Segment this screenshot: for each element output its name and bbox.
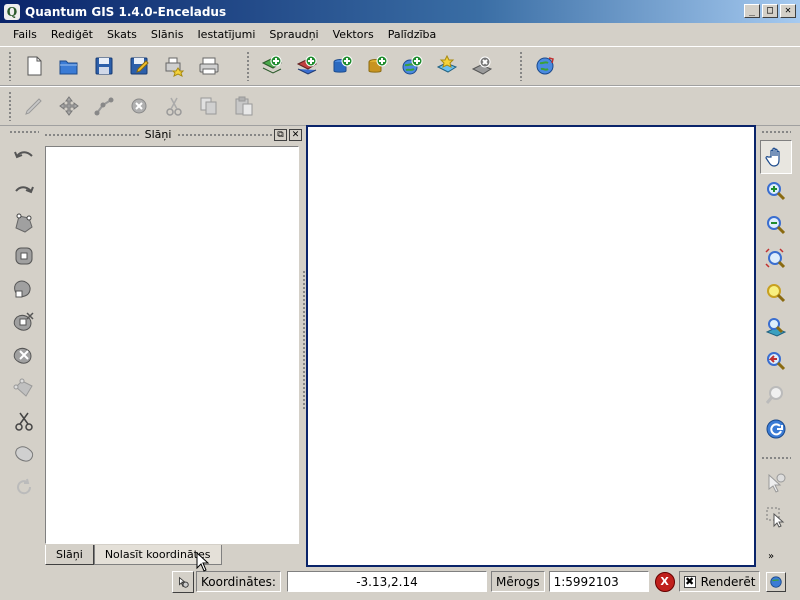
render-checkbox-container: ✖ Renderēt — [678, 571, 761, 592]
window-controls: _ □ ✕ — [744, 4, 796, 18]
move-feature-icon[interactable] — [53, 90, 85, 122]
zoom-actual-size-icon[interactable] — [760, 378, 792, 412]
add-postgis-layer-icon[interactable] — [326, 50, 358, 82]
toolbar-grip[interactable] — [246, 51, 250, 81]
print-icon[interactable] — [193, 50, 225, 82]
tab-layers[interactable]: Slāņi — [45, 545, 94, 565]
simplify-feature-icon[interactable] — [8, 206, 40, 239]
merge-features-icon[interactable] — [8, 437, 40, 470]
cut-features-icon[interactable] — [158, 90, 190, 122]
add-wms-layer-icon[interactable] — [396, 50, 428, 82]
mouse-cursor-icon — [196, 551, 210, 575]
window-title: Quantum GIS 1.4.0-Enceladus — [25, 4, 227, 19]
close-button[interactable]: ✕ — [780, 4, 796, 18]
main-toolbar — [0, 46, 800, 86]
projection-status-icon[interactable] — [766, 571, 787, 592]
toolbar-grip[interactable] — [9, 130, 39, 134]
zoom-to-layer-icon[interactable] — [760, 310, 792, 344]
scale-field[interactable]: 1:5992103 — [548, 571, 649, 592]
delete-selected-icon[interactable] — [123, 90, 155, 122]
add-ring-icon[interactable] — [8, 239, 40, 272]
toolbar-overflow-button[interactable]: » — [768, 551, 774, 562]
menu-palidziba[interactable]: Palīdzība — [381, 28, 444, 41]
zoom-full-icon[interactable] — [760, 242, 792, 276]
menu-skats[interactable]: Skats — [100, 28, 144, 41]
delete-ring-icon[interactable] — [8, 305, 40, 338]
map-navigation-toolbar — [758, 130, 794, 534]
render-label: Renderēt — [700, 574, 756, 589]
menu-vektors[interactable]: Vektors — [326, 28, 381, 41]
zoom-to-selection-icon[interactable] — [760, 276, 792, 310]
scale-label: Mērogs — [490, 571, 545, 592]
zoom-last-icon[interactable] — [760, 344, 792, 378]
remove-layer-icon[interactable] — [466, 50, 498, 82]
close-panel-button[interactable]: ✕ — [289, 128, 302, 141]
new-project-icon[interactable] — [18, 50, 50, 82]
layers-panel-titlebar[interactable]: Slāņi ⧉ ✕ — [44, 127, 302, 142]
map-canvas[interactable] — [306, 125, 756, 567]
render-checkbox[interactable]: ✖ — [683, 575, 696, 588]
identify-icon[interactable] — [760, 466, 792, 500]
split-features-icon[interactable] — [8, 404, 40, 437]
select-features-icon[interactable] — [760, 500, 792, 534]
pan-hand-icon[interactable] — [760, 140, 792, 174]
refresh-icon[interactable] — [760, 412, 792, 446]
layers-panel-title: Slāņi — [144, 128, 172, 141]
redo-icon[interactable] — [8, 173, 40, 206]
menu-spraudni[interactable]: Spraudņi — [262, 28, 325, 41]
coordinates-field[interactable]: -3.13,2.14 — [286, 571, 487, 592]
node-tool-icon[interactable] — [88, 90, 120, 122]
title-bar: Q Quantum GIS 1.4.0-Enceladus _ □ ✕ — [0, 0, 800, 24]
new-shapefile-icon[interactable] — [431, 50, 463, 82]
qgis-logo-icon: Q — [4, 3, 20, 20]
paste-features-icon[interactable] — [228, 90, 260, 122]
layers-tree[interactable] — [45, 146, 299, 544]
toolbar-grip[interactable] — [8, 51, 12, 81]
print-composer-icon[interactable] — [158, 50, 190, 82]
maximize-button[interactable]: □ — [762, 4, 778, 18]
zoom-out-icon[interactable] — [760, 208, 792, 242]
reshape-features-icon[interactable] — [8, 371, 40, 404]
add-island-icon[interactable] — [8, 272, 40, 305]
menu-bar: Fails Rediģēt Skats Slānis Iestatījumi S… — [0, 24, 800, 45]
toggle-editing-icon[interactable] — [18, 90, 50, 122]
copy-features-icon[interactable] — [193, 90, 225, 122]
menu-slanis[interactable]: Slānis — [144, 28, 191, 41]
georeferencer-globe-icon[interactable] — [529, 50, 561, 82]
undo-icon[interactable] — [8, 140, 40, 173]
toolbar-grip[interactable] — [761, 130, 791, 134]
add-vector-layer-icon[interactable] — [291, 50, 323, 82]
zoom-in-icon[interactable] — [760, 174, 792, 208]
toolbar-grip[interactable] — [761, 456, 791, 460]
float-panel-button[interactable]: ⧉ — [274, 128, 287, 141]
rotate-point-symbols-icon[interactable] — [8, 470, 40, 503]
digitizing-toolbar — [0, 86, 800, 126]
save-project-icon[interactable] — [88, 50, 120, 82]
toolbar-grip[interactable] — [519, 51, 523, 81]
save-as-project-icon[interactable] — [123, 50, 155, 82]
menu-rediget[interactable]: Rediģēt — [44, 28, 100, 41]
menu-fails[interactable]: Fails — [6, 28, 44, 41]
stop-render-button[interactable]: X — [654, 571, 675, 592]
menu-iestatijumi[interactable]: Iestatījumi — [190, 28, 262, 41]
delete-part-icon[interactable] — [8, 338, 40, 371]
status-bar: Koordinātes: -3.13,2.14 Mērogs 1:5992103… — [0, 569, 800, 594]
add-raster-layer-icon[interactable] — [256, 50, 288, 82]
minimize-button[interactable]: _ — [744, 4, 760, 18]
add-spatialite-layer-icon[interactable] — [361, 50, 393, 82]
toolbar-grip[interactable] — [8, 91, 12, 121]
open-project-icon[interactable] — [53, 50, 85, 82]
advanced-digitizing-toolbar — [6, 130, 42, 503]
toggle-extents-icon[interactable] — [172, 570, 194, 593]
